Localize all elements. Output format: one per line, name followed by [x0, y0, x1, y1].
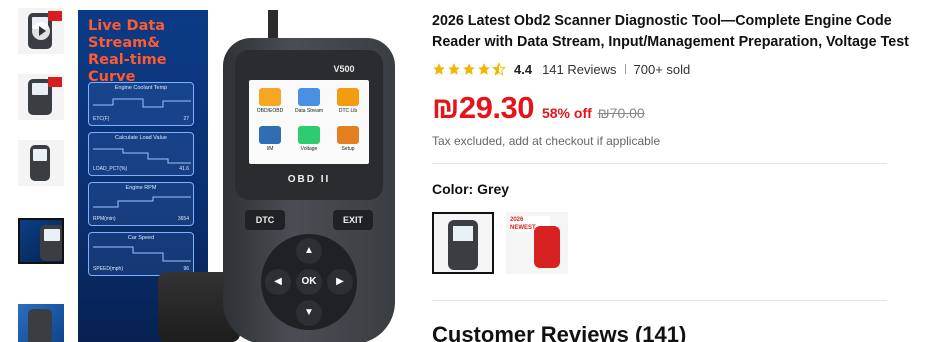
device-bezel: V500 OBD/EOBD Data Stream DTC Lib I/M Vo… [235, 50, 383, 200]
data-panel: Engine RPM RPM(min) 3654 [88, 182, 194, 226]
panel-label: SPEED(mph) [93, 266, 124, 272]
swatch-device-image [534, 226, 560, 268]
main-product-image[interactable]: Live Data Stream& Real-time Curve Engine… [78, 10, 410, 342]
data-panel: Calculate Load Value LOAD_PCT(%) 41.6 [88, 132, 194, 176]
panel-title: Engine Coolant Temp [114, 85, 168, 91]
sold-count: 700+ sold [633, 61, 691, 77]
device-model: V500 [333, 64, 355, 74]
panel-value: 3654 [177, 216, 189, 222]
price-row: ₪29.30 58% off ₪70.00 [432, 90, 645, 126]
down-arrow-icon: ▼ [296, 300, 322, 326]
star-icon [447, 62, 461, 76]
color-label: Color: Grey [432, 181, 510, 197]
thumbnail-screen-image [32, 83, 48, 95]
panel-label: LOAD_PCT(%) [93, 166, 128, 172]
tax-note: Tax excluded, add at checkout if applica… [432, 134, 661, 148]
thumbnail-2[interactable] [18, 74, 64, 120]
app-dtc-lib: DTC Lib [333, 88, 363, 114]
panel-curve [93, 98, 191, 108]
reviews-link[interactable]: 141 Reviews [542, 62, 616, 77]
panel-curve [93, 246, 191, 262]
panel-curve [93, 148, 191, 164]
ok-button: OK [296, 269, 322, 295]
thumbnail-screen-image [33, 149, 47, 161]
app-setup: Setup [333, 126, 363, 152]
thumbnail-3[interactable] [18, 140, 64, 186]
color-swatch-grey[interactable] [432, 212, 494, 274]
data-panel: Engine Coolant Temp ETC(F) 27 [88, 82, 194, 126]
obd-logo: OBD II [287, 174, 331, 185]
half-star-icon [492, 62, 506, 76]
panel-value: 27 [183, 116, 189, 122]
swatch-screen-image [453, 226, 473, 241]
exit-button: EXIT [333, 210, 373, 230]
discount-badge: 58% off [541, 105, 592, 121]
thumbnail-5[interactable] [18, 304, 64, 342]
voltage-icon [298, 126, 320, 144]
star-icon [432, 62, 446, 76]
panel-value: 41.6 [179, 166, 189, 172]
rating-row: 4.4 141 Reviews 700+ sold [432, 60, 690, 78]
panel-title: Calculate Load Value [115, 135, 167, 141]
device-screen: OBD/EOBD Data Stream DTC Lib I/M Voltage [249, 80, 369, 164]
star-icon [477, 62, 491, 76]
panel-title: Engine RPM [125, 185, 157, 191]
right-arrow-icon: ▶ [327, 269, 353, 295]
panel-label: ETC(F) [93, 116, 110, 122]
setup-icon [337, 126, 359, 144]
obd-icon [259, 88, 281, 106]
panel-title: Car Speed [127, 235, 155, 241]
promo-title: Live Data Stream& Real-time Curve [88, 18, 167, 85]
data-panel: Car Speed SPEED(mph) 96 [88, 232, 194, 276]
sale-price: ₪29.30 [432, 90, 534, 125]
star-rating[interactable] [432, 62, 506, 76]
product-title: 2026 Latest Obd2 Scanner Diagnostic Tool… [432, 13, 909, 50]
dtc-lib-icon [337, 88, 359, 106]
panel-curve [93, 196, 191, 208]
im-icon [259, 126, 281, 144]
left-arrow-icon: ◀ [265, 269, 291, 295]
thumbnail-badge [48, 77, 62, 87]
thumbnail-screen-image [44, 229, 60, 241]
app-voltage: Voltage [294, 126, 324, 152]
thumbnail-badge [48, 11, 62, 21]
original-price: ₪70.00 [597, 105, 645, 121]
data-stream-icon [298, 88, 320, 106]
divider [432, 300, 887, 301]
play-icon [32, 22, 50, 40]
app-im: I/M [255, 126, 285, 152]
scanner-device: V500 OBD/EOBD Data Stream DTC Lib I/M Vo… [223, 38, 395, 342]
thumbnail-device-image [28, 309, 52, 342]
dtc-button: DTC [245, 210, 285, 230]
separator [624, 64, 626, 74]
divider [432, 163, 887, 164]
dpad: ▲ ▼ ◀ ▶ OK [261, 234, 357, 330]
app-obd: OBD/EOBD [255, 88, 285, 114]
star-icon [462, 62, 476, 76]
panel-label: RPM(min) [93, 216, 116, 222]
app-data-stream: Data Stream [294, 88, 324, 114]
up-arrow-icon: ▲ [296, 238, 322, 264]
customer-reviews-heading: Customer Reviews (141) [432, 322, 687, 342]
rating-value: 4.4 [514, 61, 533, 77]
color-swatch-red[interactable]: 2026 NEWEST [506, 212, 568, 274]
thumbnail-4-selected[interactable] [18, 218, 64, 264]
thumbnail-video[interactable] [18, 8, 64, 54]
